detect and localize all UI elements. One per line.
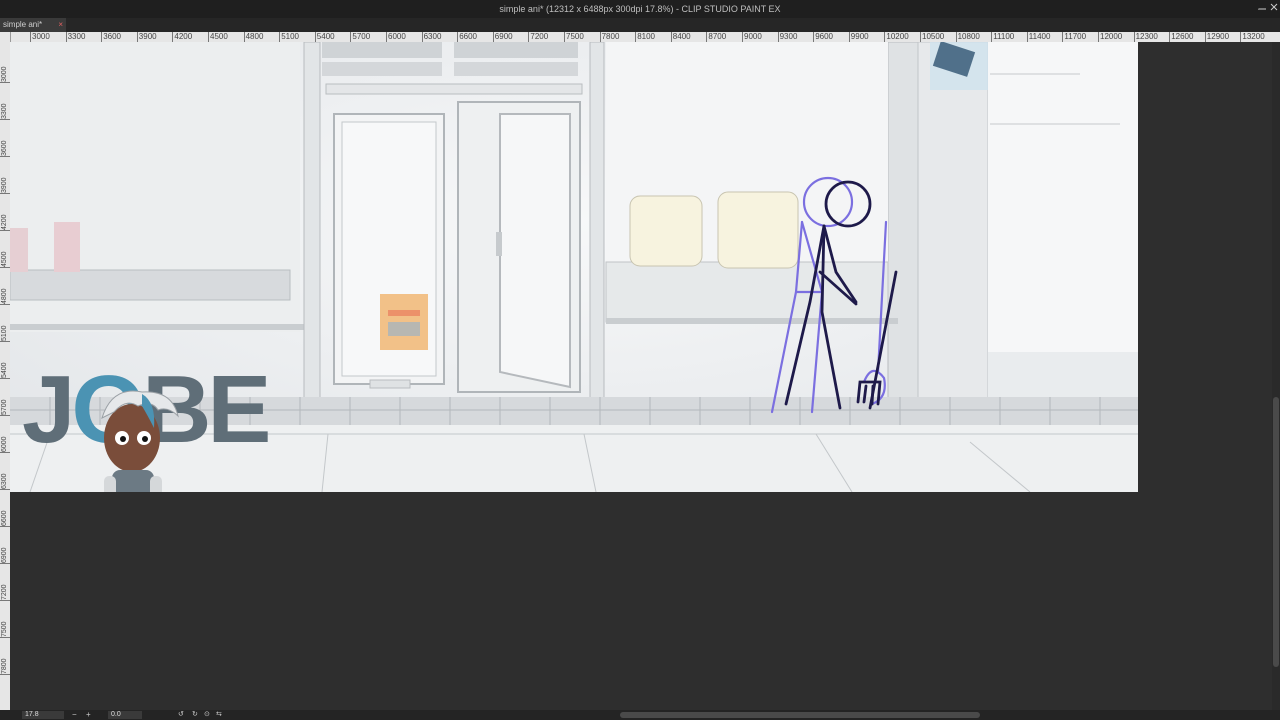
ruler-h-tick: 12900 (1204, 32, 1230, 42)
ruler-h-tick: 6900 (492, 32, 513, 42)
ruler-v-tick: 4500 (0, 237, 10, 268)
ruler-h-tick: 6600 (457, 32, 477, 42)
ruler-h-tick: 12600 (1169, 32, 1194, 42)
ruler-h-tick: 4500 (208, 32, 228, 42)
rotate-left-icon[interactable]: ↺ (178, 710, 184, 718)
ruler-h-tick: 5100 (279, 32, 299, 42)
ruler-v-tick: 5100 (0, 311, 10, 342)
close-icon (1270, 3, 1278, 11)
rotation-field[interactable]: 0.0 (108, 711, 142, 719)
stick-figure-sketch (770, 176, 898, 414)
zoom-out-icon[interactable]: − (72, 710, 77, 719)
ruler-v-tick: 7800 (0, 644, 10, 675)
tab-close-icon[interactable]: × (58, 18, 63, 32)
ruler-h-tick: 4800 (243, 32, 264, 42)
ruler-h-tick: 8700 (706, 32, 727, 42)
ruler-h-tick: 10500 (920, 32, 945, 42)
ruler-v-tick: 6600 (0, 496, 10, 527)
ruler-v-tick: 7500 (0, 607, 10, 638)
ruler-v-tick: 3300 (0, 89, 10, 120)
ruler-v-tick: 3900 (0, 163, 10, 194)
ruler-h-tick: 3000 (30, 32, 50, 42)
ruler-h-tick: 7800 (599, 32, 620, 42)
ruler-v-tick: 3600 (0, 126, 10, 157)
artboard[interactable]: JOBE (10, 42, 1138, 492)
ruler-h-tick: 10200 (884, 32, 909, 42)
jobe-character (101, 390, 179, 492)
ruler-h-tick: 4200 (172, 32, 193, 42)
document-tab-bar: simple ani* × (0, 18, 1280, 32)
ruler-h-tick: 3600 (101, 32, 121, 42)
ruler-v-tick: 4800 (0, 274, 10, 305)
ruler-h-tick: 13200 (1240, 32, 1265, 42)
ruler-h-tick: 3900 (136, 32, 157, 42)
reset-view-icon[interactable]: ⊙ (204, 710, 210, 718)
window-title: simple ani* (12312 x 6488px 300dpi 17.8%… (499, 4, 781, 14)
close-button[interactable] (1268, 2, 1280, 16)
ruler-h-tick: 9000 (742, 32, 762, 42)
status-bar: 17.8 − + 0.0 ↺ ↻ ⊙ ⇆ (0, 710, 1280, 720)
flip-icon[interactable]: ⇆ (216, 710, 222, 718)
ruler-h-tick: 7500 (564, 32, 584, 42)
ruler-v-tick: 4200 (0, 200, 10, 231)
ruler-h-tick: 6000 (386, 32, 406, 42)
minimize-icon (1259, 8, 1266, 10)
ruler-v-tick: 5700 (0, 385, 10, 416)
ruler-h-tick: 8100 (635, 32, 655, 42)
logo-letter-j: J (22, 356, 75, 463)
ruler-h-tick: 9300 (777, 32, 798, 42)
ruler-v-tick: 6300 (0, 459, 10, 490)
canvas-area[interactable]: JOBE (10, 42, 1280, 710)
ruler-v-tick: 3000 (0, 52, 10, 83)
ruler-v-tick: 6900 (0, 533, 10, 564)
ruler-h-tick: 12300 (1133, 32, 1158, 42)
ruler-h-tick: 12000 (1098, 32, 1123, 42)
vertical-scroll-thumb[interactable] (1273, 397, 1279, 667)
zoom-in-icon[interactable]: + (86, 710, 91, 719)
ruler-v-tick: 5400 (0, 348, 10, 379)
ruler-h-tick: 3300 (65, 32, 86, 42)
rotate-right-icon[interactable]: ↻ (192, 710, 198, 718)
horizontal-scroll-thumb[interactable] (620, 712, 980, 718)
vertical-scrollbar[interactable] (1272, 42, 1280, 710)
ruler-h-tick: 7200 (528, 32, 549, 42)
ruler-h-tick: 10800 (955, 32, 980, 42)
ruler-h-tick: 9900 (848, 32, 869, 42)
ruler-v-tick: 7200 (0, 570, 10, 601)
ruler-h-tick: 11400 (1026, 32, 1051, 42)
title-bar: simple ani* (12312 x 6488px 300dpi 17.8%… (0, 0, 1280, 18)
ruler-h-tick: 6300 (421, 32, 442, 42)
tab-simple-ani[interactable]: simple ani* × (0, 18, 66, 32)
ruler-h-tick: 5400 (314, 32, 335, 42)
ruler-h-tick: 9600 (813, 32, 833, 42)
ruler-h-tick: 8400 (670, 32, 691, 42)
ruler-v-tick: 6000 (0, 422, 10, 453)
zoom-field[interactable]: 17.8 (22, 711, 64, 719)
tab-label: simple ani* (3, 20, 43, 29)
ruler-h-tick: 11100 (991, 32, 1015, 42)
ruler-h-tick: 5700 (350, 32, 371, 42)
ruler-h-tick: 11700 (1062, 32, 1087, 42)
